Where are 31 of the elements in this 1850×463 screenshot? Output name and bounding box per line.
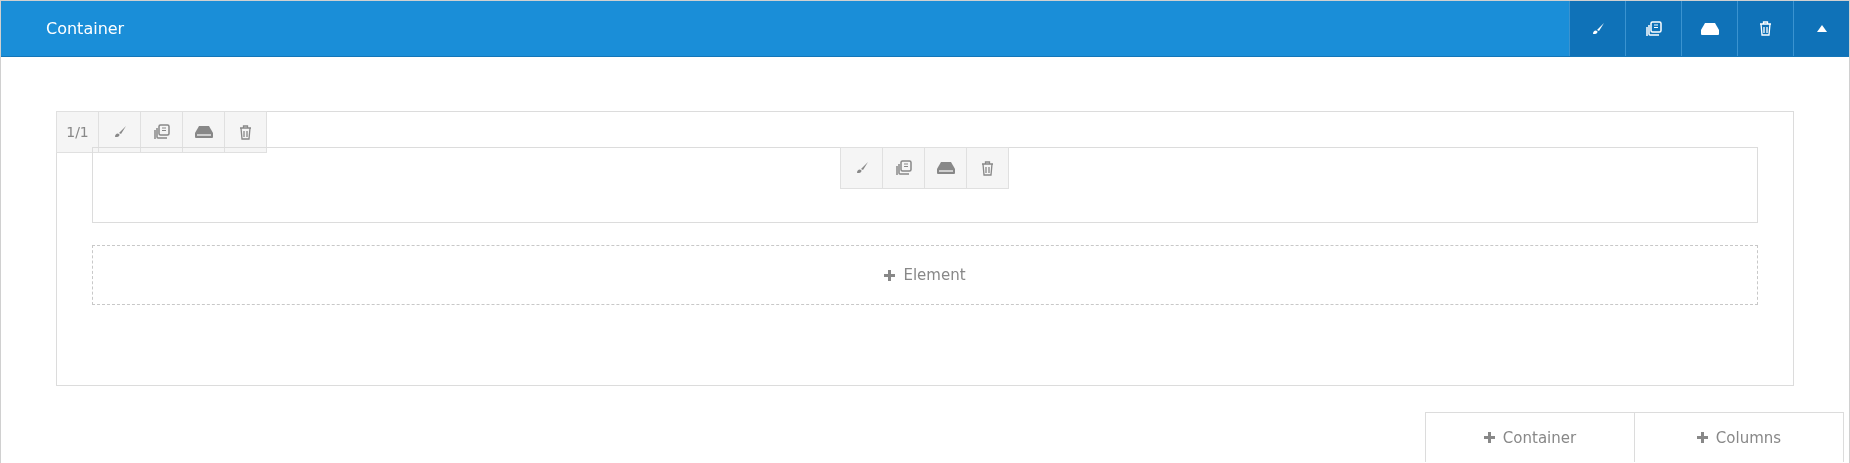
copy-icon: [1645, 20, 1662, 37]
drive-icon: [936, 162, 955, 174]
container-title: Container: [46, 19, 126, 38]
element-delete-button[interactable]: [966, 147, 1009, 189]
collapse-caret-icon: [1816, 25, 1827, 32]
drive-icon: [194, 126, 213, 138]
trash-icon: [1759, 21, 1772, 36]
save-button[interactable]: [1681, 1, 1737, 56]
column-duplicate-button[interactable]: [140, 111, 183, 153]
plus-icon: [1483, 432, 1495, 443]
duplicate-button[interactable]: [1625, 1, 1681, 56]
drive-icon: [1700, 22, 1719, 35]
add-button[interactable]: Container: [1425, 412, 1635, 462]
add-button[interactable]: Columns: [1634, 412, 1844, 462]
delete-button[interactable]: [1737, 1, 1793, 56]
column-width-button[interactable]: 1/1: [56, 111, 99, 153]
plus-icon: [884, 269, 896, 281]
plus-icon: [1696, 432, 1708, 443]
copy-icon: [895, 160, 912, 176]
column-save-button[interactable]: [182, 111, 225, 153]
element-duplicate-button[interactable]: [882, 147, 925, 189]
add-element-button[interactable]: Element: [92, 245, 1758, 305]
trash-icon: [981, 160, 994, 176]
element-edit-button[interactable]: [840, 147, 883, 189]
edit-button[interactable]: [1569, 1, 1625, 56]
element-save-button[interactable]: [924, 147, 967, 189]
copy-icon: [153, 124, 170, 140]
trash-icon: [239, 124, 252, 140]
column-edit-button[interactable]: [98, 111, 141, 153]
collapse-button[interactable]: [1793, 1, 1849, 56]
column-delete-button[interactable]: [224, 111, 267, 153]
